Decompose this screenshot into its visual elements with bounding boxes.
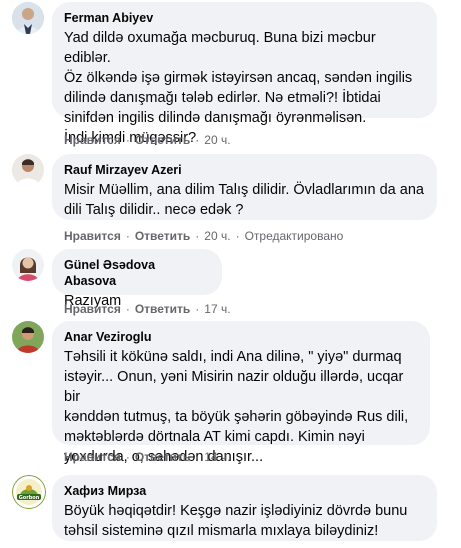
comment-author[interactable]: Хафиз Мирза [64, 483, 425, 499]
reply-button[interactable]: Ответить [135, 132, 190, 148]
like-button[interactable]: Нравится [64, 228, 121, 244]
comment-bubble: Günel Əsədova Abasova Razıyam [52, 249, 222, 309]
separator: · [125, 229, 130, 243]
like-button[interactable]: Нравится [64, 449, 121, 465]
avatar[interactable]: Gorbon [12, 475, 46, 509]
comment-timestamp[interactable]: 20 ч. [204, 228, 230, 244]
comment-actions: Нравится · Ответить · 17 ч. [64, 301, 231, 317]
comment-bubble: Anar Veziroglu Təhsili it kökünə saldı, … [52, 321, 430, 465]
reply-button[interactable]: Ответить [135, 301, 190, 317]
avatar[interactable] [12, 2, 44, 34]
separator: · [195, 450, 200, 464]
separator: · [195, 302, 200, 316]
reply-button[interactable]: Ответить [135, 449, 190, 465]
comment-bubble: Хафиз Мирза Böyük həqiqətdir! Keşgə nazi… [52, 475, 437, 541]
user-photo-icon [12, 249, 44, 281]
comment-text: Yad dildə oxumağa məcburuq. Buna bizi mə… [64, 30, 413, 146]
avatar[interactable] [12, 249, 44, 281]
separator: · [195, 133, 200, 147]
comment-bubble: Ferman Abiyev Yad dildə oxumağa məcburuq… [52, 2, 437, 146]
comment-timestamp[interactable]: 20 ч. [204, 132, 230, 148]
comment-author[interactable]: Ferman Abiyev [64, 10, 425, 26]
comment-author[interactable]: Günel Əsədova Abasova [64, 257, 210, 289]
user-photo-icon [12, 321, 44, 353]
separator: · [125, 133, 130, 147]
like-button[interactable]: Нравится [64, 132, 121, 148]
edited-label: Отредактировано [244, 229, 344, 243]
comment-actions: Нравится · Ответить · 14 ч. [64, 449, 231, 465]
comment-timestamp[interactable]: 14 ч. [204, 449, 230, 465]
comment-actions: Нравится · Ответить · 20 ч. [64, 132, 231, 148]
comment-author[interactable]: Anar Veziroglu [64, 329, 418, 345]
separator: · [235, 229, 240, 243]
comment-text: Böyük həqiqətdir! Keşgə nazir işlədiyini… [64, 503, 408, 539]
user-photo-icon [12, 154, 44, 186]
gorbon-logo-icon: Gorbon [12, 475, 46, 509]
comment-text: Misir Müəllim, ana dilim Talış dilidir. … [64, 182, 424, 218]
avatar[interactable] [12, 154, 44, 186]
separator: · [195, 229, 200, 243]
reply-button[interactable]: Ответить [135, 228, 190, 244]
comment-timestamp[interactable]: 17 ч. [204, 301, 230, 317]
user-photo-icon [12, 2, 44, 34]
separator: · [125, 450, 130, 464]
separator: · [125, 302, 130, 316]
comment-bubble: Rauf Mirzayev Azeri Misir Müəllim, ana d… [52, 154, 437, 220]
like-button[interactable]: Нравится [64, 301, 121, 317]
comment-actions: Нравится · Ответить · 20 ч. · Отредактир… [64, 228, 343, 244]
svg-text:Gorbon: Gorbon [19, 495, 40, 501]
comment-author[interactable]: Rauf Mirzayev Azeri [64, 162, 425, 178]
avatar[interactable] [12, 321, 44, 353]
